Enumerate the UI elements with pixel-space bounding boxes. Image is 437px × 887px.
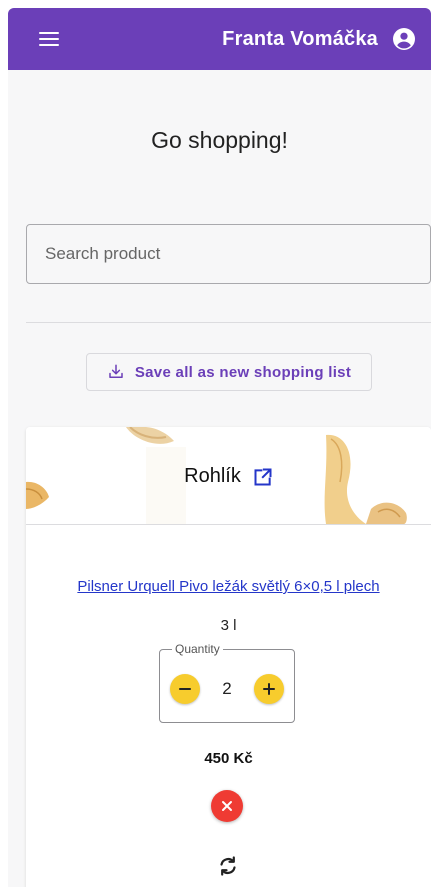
search-field[interactable]: [26, 224, 431, 284]
product-price: 450 Kč: [204, 750, 253, 767]
save-all-label: Save all as new shopping list: [134, 363, 352, 381]
product-card: Rohlík Pilsner Urquell Pivo ležák světlý…: [26, 427, 431, 887]
user-name: Franta Vomáčka: [222, 27, 378, 50]
decrease-quantity-button[interactable]: [170, 674, 200, 704]
quantity-stepper: Quantity 2: [159, 642, 295, 723]
card-header: Rohlík: [26, 427, 431, 525]
save-all-button[interactable]: Save all as new shopping list: [86, 353, 372, 391]
refresh-icon[interactable]: [216, 854, 240, 878]
open-in-new-icon[interactable]: [253, 467, 273, 487]
divider: [26, 322, 431, 323]
menu-icon[interactable]: [39, 32, 59, 47]
page-title: Go shopping!: [151, 127, 288, 153]
quantity-label: Quantity: [172, 642, 223, 656]
product-link[interactable]: Pilsner Urquell Pivo ležák světlý 6×0,5 …: [26, 578, 431, 595]
app-screen: Franta Vomáčka Go shopping! Save all as …: [8, 8, 431, 887]
card-title-row: Rohlík: [26, 465, 431, 488]
plus-icon: [263, 683, 275, 695]
category-title: Rohlík: [184, 465, 241, 487]
account-circle-icon[interactable]: [392, 27, 416, 51]
increase-quantity-button[interactable]: [254, 674, 284, 704]
search-input[interactable]: [43, 243, 414, 265]
close-icon: [222, 801, 232, 811]
product-unit: 3 l: [220, 617, 237, 634]
quantity-value: 2: [222, 679, 232, 698]
download-icon: [109, 364, 123, 378]
remove-item-button[interactable]: [211, 790, 243, 822]
top-app-bar: Franta Vomáčka: [8, 8, 431, 70]
user-area: Franta Vomáčka: [222, 27, 416, 51]
minus-icon: [179, 688, 191, 690]
